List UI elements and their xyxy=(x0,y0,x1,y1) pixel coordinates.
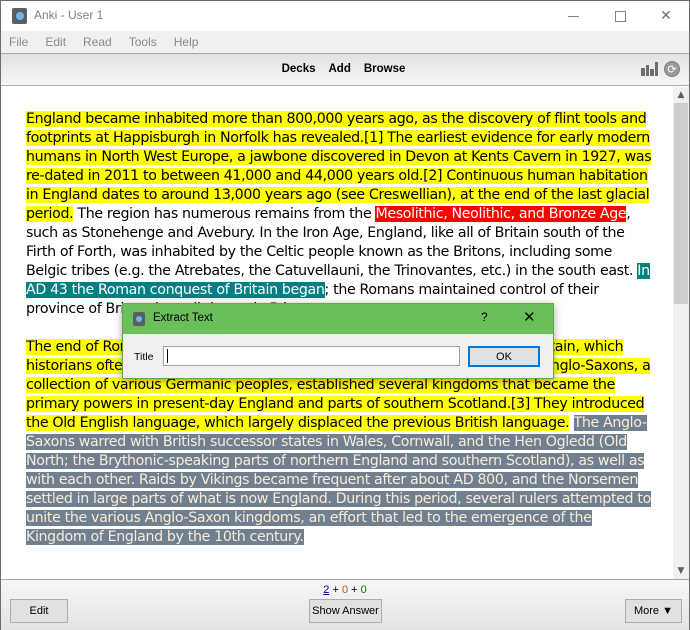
vertical-scrollbar[interactable]: ▲ ▼ xyxy=(673,87,689,579)
anki-window: Anki - User 1 ✕ File Edit Read Tools Hel… xyxy=(0,0,690,630)
more-button[interactable]: More ▼ xyxy=(625,599,682,623)
maximize-button[interactable] xyxy=(597,1,643,31)
menu-help[interactable]: Help xyxy=(166,31,208,53)
highlight-slate: The Anglo-Saxons warred with British suc… xyxy=(26,415,651,545)
menu-file[interactable]: File xyxy=(1,31,37,53)
show-answer-button[interactable]: Show Answer xyxy=(309,599,382,623)
menu-bar: File Edit Read Tools Help xyxy=(1,31,689,53)
toolbar-links: Decks Add Browse xyxy=(0,63,689,75)
article-paragraph: England became inhabited more than 800,0… xyxy=(26,110,654,319)
extract-text-dialog: Extract Text ? ✕ Title OK xyxy=(122,303,554,379)
title-input[interactable] xyxy=(163,346,460,366)
add-link[interactable]: Add xyxy=(328,63,350,75)
close-icon: ✕ xyxy=(660,8,672,24)
menu-read[interactable]: Read xyxy=(75,31,121,53)
text-segment xyxy=(569,415,573,431)
learn-count: 0 xyxy=(341,584,349,596)
main-toolbar: Decks Add Browse ⟳ xyxy=(1,53,689,86)
menu-tools[interactable]: Tools xyxy=(121,31,166,53)
due-counts: 2 + 0 + 0 xyxy=(1,584,689,596)
menu-edit[interactable]: Edit xyxy=(37,31,75,53)
help-icon[interactable]: ? xyxy=(481,310,488,324)
bottom-bar: 2 + 0 + 0 Edit Show Answer More ▼ xyxy=(1,579,689,630)
dialog-title-bar: Extract Text ? ✕ xyxy=(123,304,553,334)
dialog-title: Extract Text xyxy=(153,312,213,324)
new-count: 2 xyxy=(323,584,330,596)
scrollbar-thumb[interactable] xyxy=(674,103,688,304)
maximize-icon xyxy=(614,10,626,22)
text-segment: The region has numerous remains from the xyxy=(73,206,376,222)
window-title: Anki - User 1 xyxy=(34,8,104,22)
stats-icon[interactable] xyxy=(641,62,658,76)
count-separator: + xyxy=(332,584,339,596)
title-field-label: Title xyxy=(134,351,154,363)
close-button[interactable]: ✕ xyxy=(643,1,689,31)
browse-link[interactable]: Browse xyxy=(364,63,406,75)
anki-app-icon xyxy=(133,312,145,326)
minimize-button[interactable] xyxy=(550,1,596,31)
text-cursor xyxy=(167,349,168,363)
close-icon[interactable]: ✕ xyxy=(523,308,536,326)
highlight-red: Mesolithic, Neolithic, and Bronze Age xyxy=(375,206,627,222)
count-separator: + xyxy=(351,584,358,596)
sync-icon[interactable]: ⟳ xyxy=(664,61,680,77)
scroll-up-arrow-icon[interactable]: ▲ xyxy=(673,87,689,103)
anki-app-icon xyxy=(12,8,27,24)
title-bar: Anki - User 1 ✕ xyxy=(1,1,689,31)
review-count: 0 xyxy=(360,584,367,596)
decks-link[interactable]: Decks xyxy=(282,63,316,75)
ok-button[interactable]: OK xyxy=(468,346,540,367)
edit-button[interactable]: Edit xyxy=(10,599,68,623)
scroll-down-arrow-icon[interactable]: ▼ xyxy=(673,563,689,579)
minimize-icon xyxy=(567,15,579,17)
